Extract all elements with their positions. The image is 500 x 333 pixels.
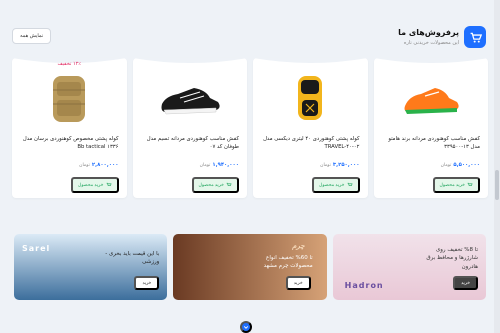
cart-icon — [347, 182, 353, 186]
scrollbar[interactable] — [494, 0, 500, 333]
cart-icon — [467, 182, 473, 186]
buy-button[interactable]: خرید محصول — [312, 177, 360, 193]
yellow-backpack-icon — [298, 76, 323, 120]
tan-backpack-icon — [53, 76, 86, 122]
product-image[interactable] — [374, 70, 489, 126]
product-image[interactable] — [133, 70, 248, 126]
product-image[interactable] — [253, 70, 368, 126]
banner-buy-button[interactable]: خرید — [285, 276, 311, 290]
banner-buy-button[interactable]: خرید — [453, 276, 478, 290]
banner-text: تا 60% تخفیف انواع محصولات چرم مشهد — [263, 255, 313, 270]
product-card[interactable]: کفش مناسب کوهنوردی مردانه تسیم مدل طوفان… — [132, 58, 248, 198]
section-header: پرفروش‌های ما این محصولات خریدنی تاره نم… — [12, 24, 486, 50]
banner-text: با این قیمت باید بخری - ورزشی — [105, 251, 160, 266]
product-price: ۳,۲۵۰,۰۰۰تومان — [320, 162, 360, 168]
brand-logo: چرم — [292, 242, 305, 250]
chevron-down-icon — [243, 326, 249, 329]
brand-logo: Sarel — [22, 244, 51, 253]
buy-button[interactable]: خرید محصول — [71, 177, 119, 193]
shopping-cart-icon — [464, 26, 486, 48]
orange-sneaker-icon — [404, 88, 459, 114]
section-title: پرفروش‌های ما — [398, 28, 459, 37]
product-title[interactable]: کفش مناسب کوهنوردی مردانه تسیم مدل طوفان… — [141, 136, 239, 158]
scroll-down-button[interactable] — [240, 321, 252, 333]
section-subtitle: این محصولات خریدنی تاره — [403, 40, 459, 46]
banner-buy-button[interactable]: خرید — [134, 276, 160, 290]
product-title[interactable]: کوله پشتی مخصوص کوهنوردی برسان مدل Bb ta… — [20, 136, 119, 158]
product-card[interactable]: کوله پشتی کوهنوردی ۴۰ لیتری دیکسی مدل TR… — [253, 58, 368, 198]
product-card[interactable]: ۱۲٪ تخفیف کوله پشتی مخصوص کوهنوردی برسان… — [12, 58, 127, 198]
banner-text: تا 8% تخفیف روی شارژرها و محافظ برق هادر… — [426, 247, 478, 270]
buy-button[interactable]: خرید محصول — [191, 177, 239, 193]
scrollbar-thumb[interactable] — [495, 170, 499, 200]
promo-banners: تا 8% تخفیف روی شارژرها و محافظ برق هادر… — [14, 234, 486, 300]
product-image[interactable] — [12, 70, 127, 126]
product-price: ۱,۹۴۰,۰۰۰تومان — [199, 162, 239, 168]
promo-banner-leather[interactable]: چرم تا 60% تخفیف انواع محصولات چرم مشهد … — [173, 234, 327, 300]
promo-banner-hadron[interactable]: تا 8% تخفیف روی شارژرها و محافظ برق هادر… — [332, 234, 486, 300]
discount-label: ۱۲٪ تخفیف — [57, 61, 82, 67]
promo-banner-sneaker[interactable]: Sarel با این قیمت باید بخری - ورزشی خرید — [14, 234, 168, 300]
black-sneaker-icon — [161, 88, 220, 115]
product-price: ۵,۵۰۰,۰۰۰تومان — [440, 162, 480, 168]
cart-icon — [226, 182, 232, 186]
product-title[interactable]: کفش مناسب کوهنوردی مردانه برند هامتو مدل… — [382, 136, 480, 158]
buy-button[interactable]: خرید محصول — [432, 177, 480, 193]
cart-icon — [106, 182, 112, 186]
product-price: ۲,۸۰۰,۰۰۰تومان — [79, 162, 119, 168]
product-carousel: کفش مناسب کوهنوردی مردانه برند هامتو مدل… — [12, 58, 488, 198]
product-title[interactable]: کوله پشتی کوهنوردی ۴۰ لیتری دیکسی مدل TR… — [261, 136, 359, 158]
brand-logo: Hadron — [344, 281, 384, 290]
show-all-button[interactable]: نمایش همه — [12, 28, 52, 44]
product-card[interactable]: کفش مناسب کوهنوردی مردانه برند هامتو مدل… — [373, 58, 489, 198]
